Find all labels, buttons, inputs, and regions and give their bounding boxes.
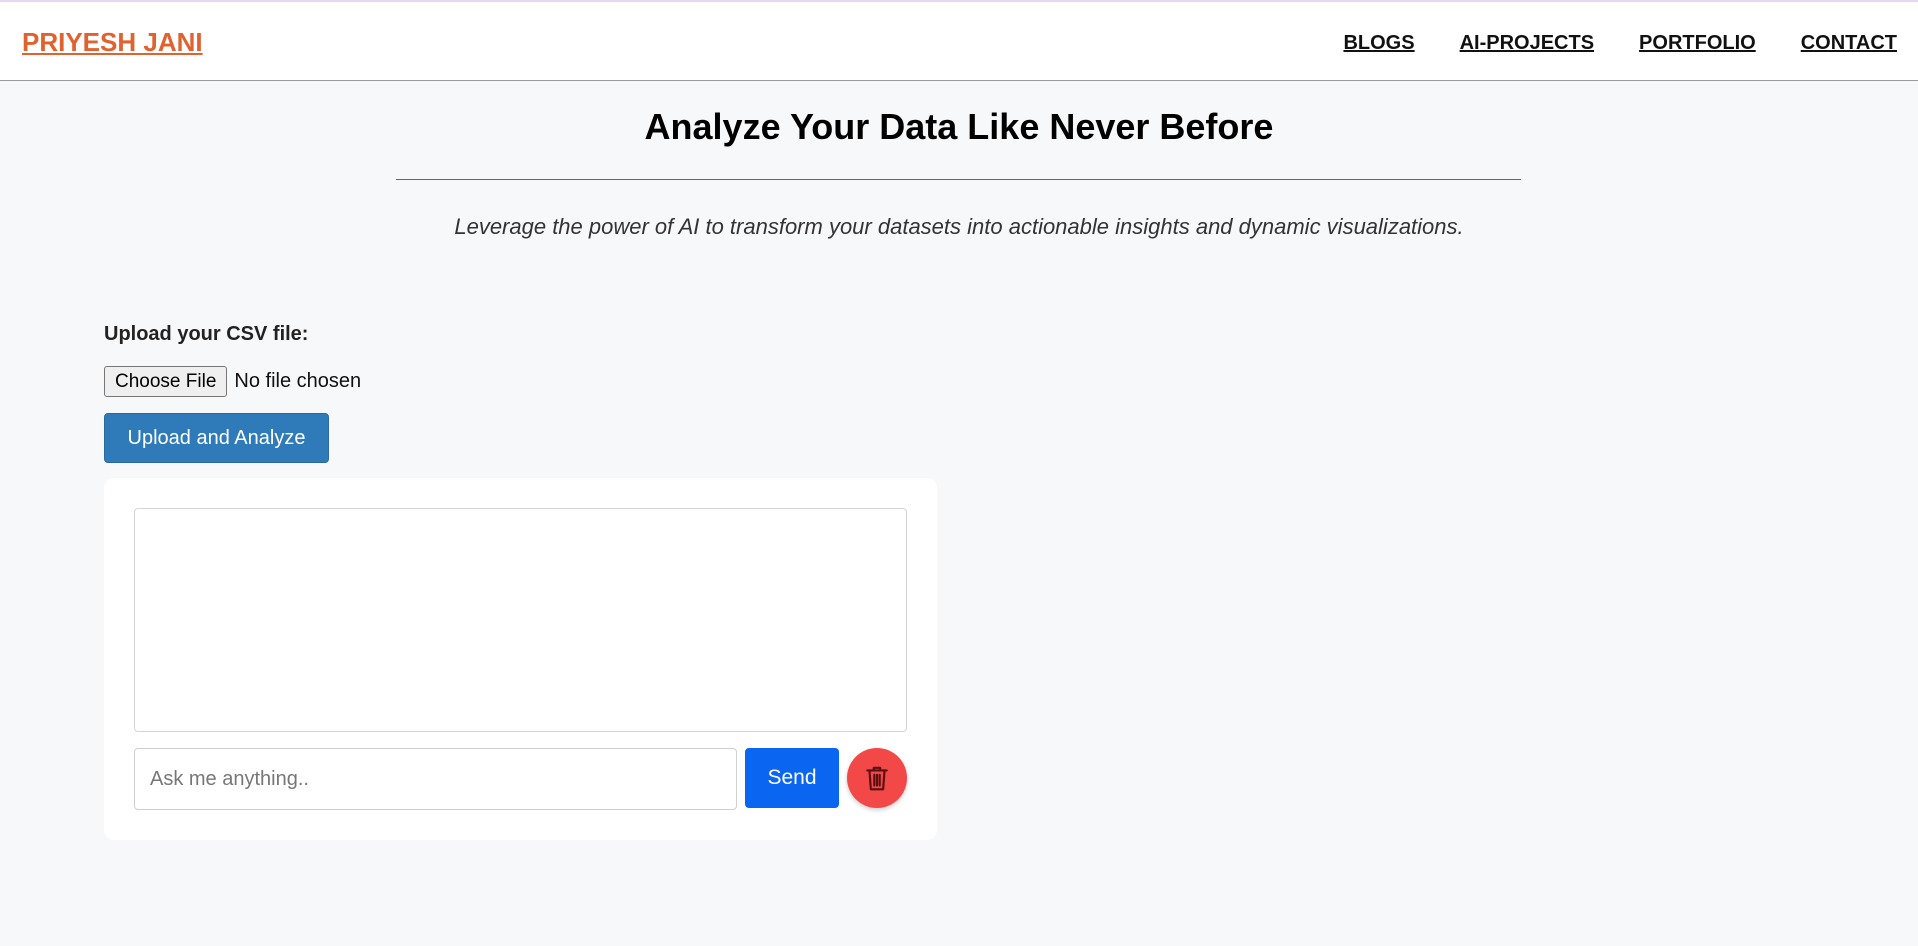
title-divider [396,179,1521,180]
trash-icon [866,766,888,791]
chat-input[interactable] [134,748,737,810]
nav-link-ai-projects[interactable]: AI-PROJECTS [1460,32,1594,55]
send-button[interactable]: Send [745,748,839,808]
file-input: Choose File No file chosen [104,366,361,397]
page-title: Analyze Your Data Like Never Before [644,106,1274,147]
brand-logo-link[interactable]: PRIYESH JANI [22,27,203,58]
nav-link-contact[interactable]: CONTACT [1801,32,1897,55]
nav-link-portfolio[interactable]: PORTFOLIO [1639,32,1756,55]
nav-link-blogs[interactable]: BLOGS [1343,32,1414,55]
clear-chat-button[interactable] [847,748,907,808]
main-nav: BLOGS AI-PROJECTS PORTFOLIO CONTACT [1343,32,1897,55]
file-status-text: No file chosen [234,370,362,392]
site-header: PRIYESH JANI BLOGS AI-PROJECTS PORTFOLIO… [0,5,1918,81]
csv-upload-label: Upload your CSV file: [104,323,309,345]
choose-file-button[interactable]: Choose File [104,366,228,397]
page-subtitle: Leverage the power of AI to transform yo… [454,214,1464,239]
upload-and-analyze-button[interactable]: Upload and Analyze [104,413,329,463]
chat-messages-area[interactable] [134,508,907,732]
chat-panel: Send [104,478,937,840]
